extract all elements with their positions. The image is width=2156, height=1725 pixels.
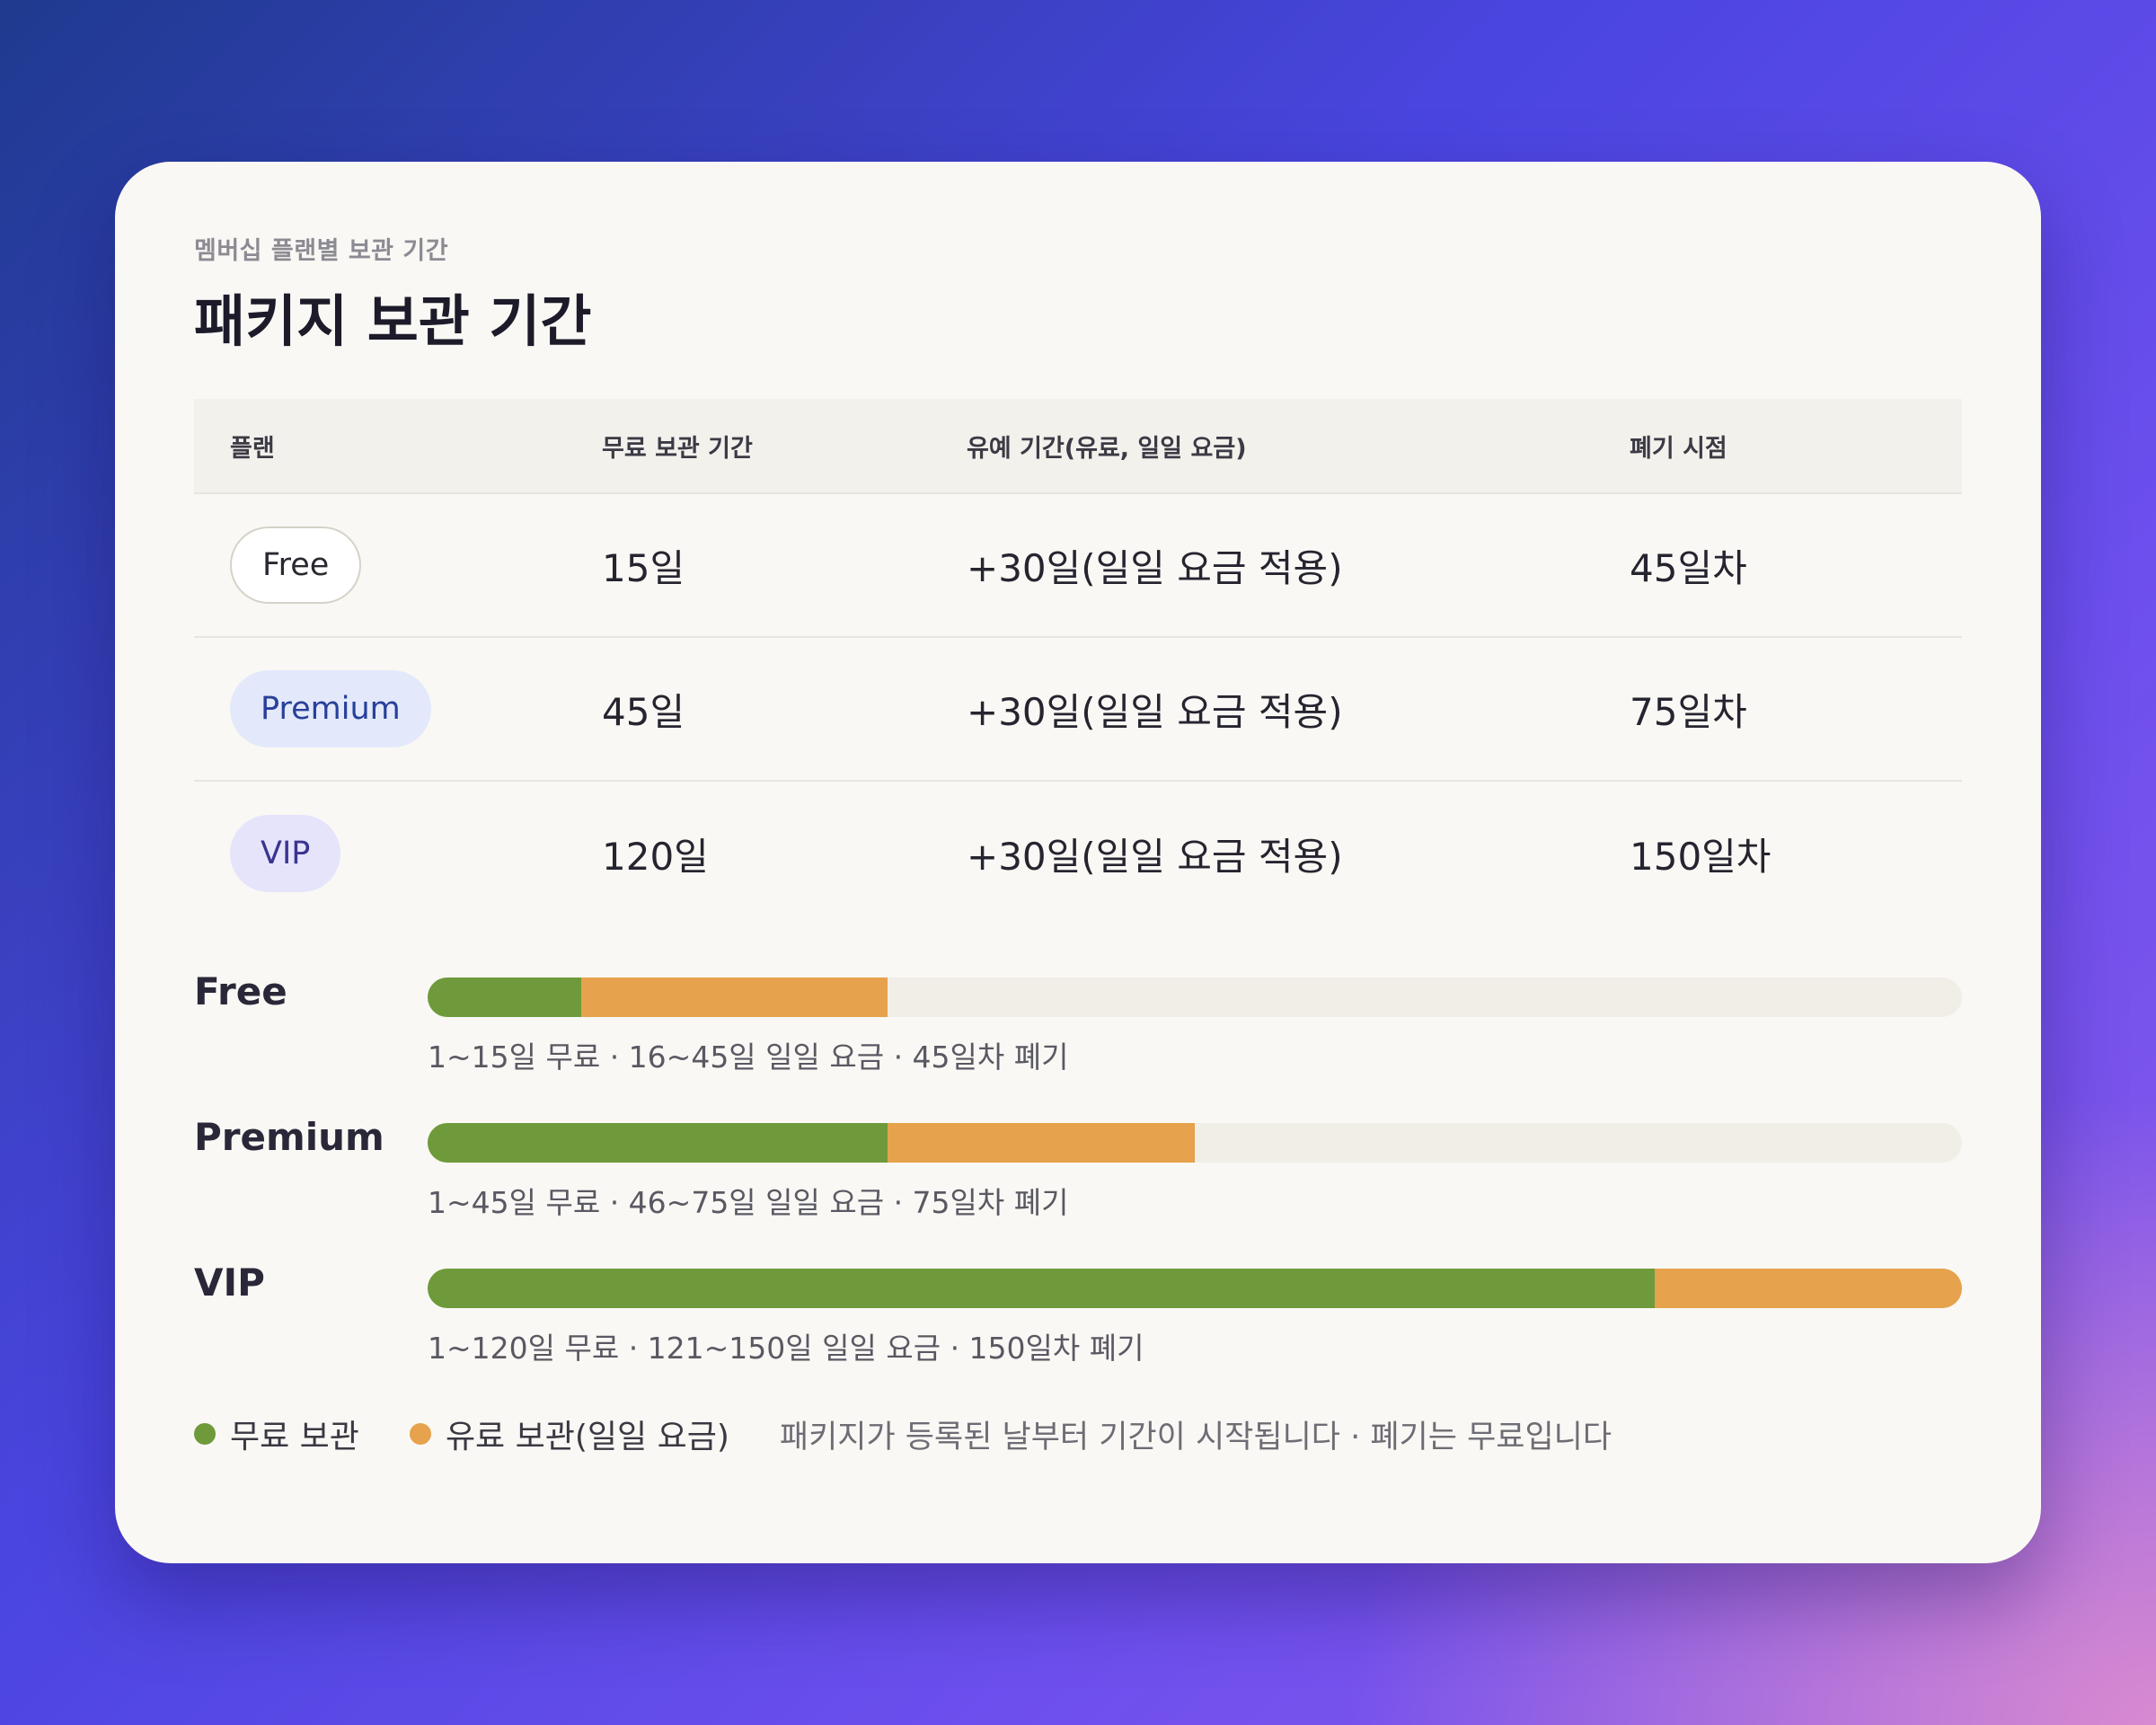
timeline-bar [428, 1123, 1962, 1163]
timeline-caption: 1~45일 무료 · 46~75일 일일 요금 · 75일차 폐기 [428, 1185, 1069, 1220]
free-period-cell: 120일 [602, 834, 709, 879]
paid-dot-icon [409, 1423, 431, 1445]
column-header-plan: 플랜 [230, 434, 275, 463]
free-period-cell: 15일 [602, 545, 685, 590]
disposal-cell: 45일차 [1630, 545, 1747, 590]
disposal-cell: 75일차 [1630, 689, 1747, 734]
plan-table: 플랜 무료 보관 기간 유예 기간(유료, 일일 요금) 폐기 시점 Free … [194, 399, 1962, 925]
legend-label-free: 무료 보관 [230, 1419, 359, 1455]
table-row: Free 15일 +30일(일일 요금 적용) 45일차 [194, 494, 1962, 638]
column-header-free-period: 무료 보관 기간 [602, 434, 753, 463]
table-row: Premium 45일 +30일(일일 요금 적용) 75일차 [194, 638, 1962, 782]
legend-note: 패키지가 등록된 날부터 기간이 시작됩니다 · 폐기는 무료입니다 [779, 1419, 1613, 1455]
table-header: 플랜 무료 보관 기간 유예 기간(유료, 일일 요금) 폐기 시점 [194, 399, 1962, 494]
table-row: VIP 120일 +30일(일일 요금 적용) 150일차 [194, 782, 1962, 925]
timeline-plan-name: Free [194, 969, 287, 1013]
disposal-cell: 150일차 [1630, 834, 1772, 879]
legend-item-free: 무료 보관 [194, 1411, 359, 1457]
free-period-cell: 45일 [602, 689, 685, 734]
timeline-item-free: Free 1~15일 무료 · 16~45일 일일 요금 · 45일차 폐기 [194, 965, 1962, 1110]
legend: 무료 보관 유료 보관(일일 요금) 패키지가 등록된 날부터 기간이 시작됩니… [194, 1407, 1962, 1461]
plan-badge-free: Free [230, 526, 362, 604]
page-title: 패키지 보관 기간 [194, 288, 592, 354]
column-header-disposal: 폐기 시점 [1630, 434, 1727, 463]
timeline-plan-name: Premium [194, 1115, 384, 1159]
paid-segment [580, 978, 888, 1017]
legend-label-paid: 유료 보관(일일 요금) [445, 1419, 729, 1455]
paid-segment [888, 1123, 1195, 1163]
timeline-item-premium: Premium 1~45일 무료 · 46~75일 일일 요금 · 75일차 폐… [194, 1110, 1962, 1256]
eyebrow-label: 멤버십 플랜별 보관 기간 [194, 237, 449, 265]
free-segment [428, 978, 581, 1017]
paid-segment [1655, 1269, 1962, 1308]
legend-item-paid: 유료 보관(일일 요금) [409, 1411, 729, 1457]
free-segment [428, 1123, 888, 1163]
timeline-item-vip: VIP 1~120일 무료 · 121~150일 일일 요금 · 150일차 폐… [194, 1256, 1962, 1402]
free-segment [428, 1269, 1656, 1308]
timeline-caption: 1~15일 무료 · 16~45일 일일 요금 · 45일차 폐기 [428, 1039, 1069, 1075]
retention-timeline: Free 1~15일 무료 · 16~45일 일일 요금 · 45일차 폐기 P… [194, 965, 1962, 1402]
grace-period-cell: +30일(일일 요금 적용) [967, 545, 1343, 590]
timeline-bar [428, 1269, 1962, 1308]
retention-card: 멤버십 플랜별 보관 기간 패키지 보관 기간 플랜 무료 보관 기간 유예 기… [115, 162, 2041, 1563]
timeline-caption: 1~120일 무료 · 121~150일 일일 요금 · 150일차 폐기 [428, 1331, 1144, 1366]
grace-period-cell: +30일(일일 요금 적용) [967, 689, 1343, 734]
timeline-bar [428, 978, 1962, 1017]
column-header-grace-period: 유예 기간(유료, 일일 요금) [967, 434, 1247, 463]
timeline-plan-name: VIP [194, 1261, 265, 1305]
grace-period-cell: +30일(일일 요금 적용) [967, 834, 1343, 879]
free-dot-icon [194, 1423, 216, 1445]
plan-badge-premium: Premium [230, 670, 431, 748]
plan-badge-vip: VIP [230, 815, 341, 892]
